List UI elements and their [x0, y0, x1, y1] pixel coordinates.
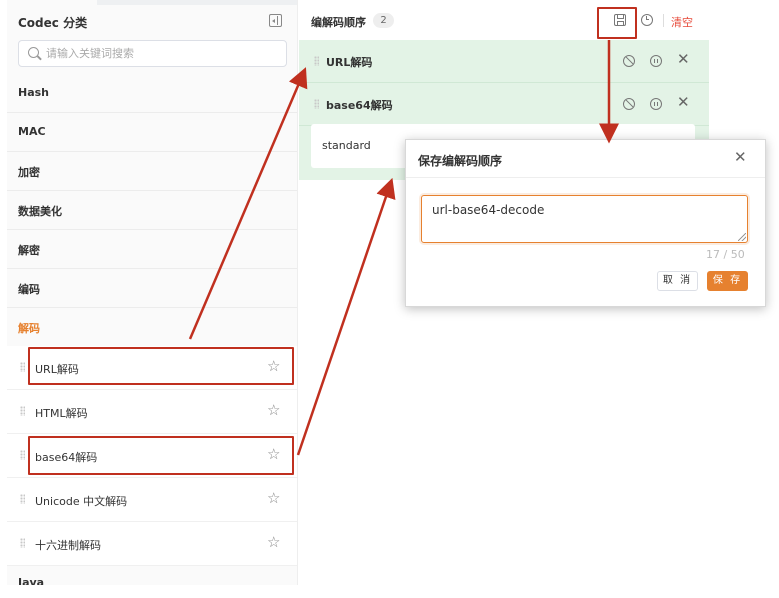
category-label: MAC — [18, 125, 46, 138]
search-input[interactable] — [46, 44, 281, 63]
category-label: 编码 — [18, 283, 40, 296]
category-encode[interactable]: 编码 — [7, 269, 297, 308]
sub-item-html-decode[interactable]: HTML解码 ☆ — [7, 390, 297, 434]
drag-handle-icon[interactable] — [20, 450, 25, 460]
category-label: 解码 — [18, 322, 40, 335]
drag-handle-icon[interactable] — [20, 406, 25, 416]
save-icon[interactable] — [614, 14, 626, 26]
star-icon[interactable]: ☆ — [267, 491, 280, 506]
drag-handle-icon[interactable] — [20, 362, 25, 372]
pause-icon[interactable] — [650, 55, 662, 67]
drag-handle-icon[interactable] — [314, 56, 319, 66]
ban-icon[interactable] — [623, 98, 635, 110]
save-order-dialog: 保存编解码顺序 ✕ url-base64-decode 17 / 50 取 消 … — [405, 139, 766, 307]
category-beautify[interactable]: 数据美化 — [7, 191, 297, 230]
category-hash[interactable]: Hash — [7, 74, 297, 113]
sub-item-label: base64解码 — [35, 451, 98, 464]
category-mac[interactable]: MAC — [7, 113, 297, 152]
header-divider — [663, 14, 664, 27]
stack-item-label: base64解码 — [326, 99, 393, 112]
pause-icon[interactable] — [650, 98, 662, 110]
category-label: 数据美化 — [18, 205, 62, 218]
save-button[interactable]: 保 存 — [707, 271, 748, 291]
category-label: 加密 — [18, 166, 40, 179]
codec-order-title: 编解码顺序 — [311, 16, 366, 29]
drag-handle-icon[interactable] — [20, 494, 25, 504]
drag-handle-icon[interactable] — [20, 538, 25, 548]
star-icon[interactable]: ☆ — [267, 535, 280, 550]
codec-order-header: 编解码顺序 2 清空 — [299, 0, 709, 40]
search-box — [18, 40, 287, 67]
drag-handle-icon[interactable] — [314, 99, 319, 109]
resize-handle-icon[interactable] — [738, 233, 746, 241]
stack-item-url-decode[interactable]: URL解码 ✕ — [299, 40, 709, 83]
close-icon[interactable]: ✕ — [677, 95, 690, 110]
category-decrypt[interactable]: 解密 — [7, 230, 297, 269]
close-icon[interactable]: ✕ — [677, 52, 690, 67]
sub-item-unicode-decode[interactable]: Unicode 中文解码 ☆ — [7, 478, 297, 522]
sub-item-hex-decode[interactable]: 十六进制解码 ☆ — [7, 522, 297, 566]
codec-sidebar: Codec 分类 Hash MAC 加密 数据美化 解密 编码 解码 URL解码… — [7, 0, 298, 585]
order-name-input[interactable]: url-base64-decode — [421, 195, 748, 243]
char-counter: 17 / 50 — [706, 248, 745, 261]
category-java[interactable]: Java — [7, 566, 297, 585]
category-encrypt[interactable]: 加密 — [7, 152, 297, 191]
sub-item-label: URL解码 — [35, 363, 79, 376]
stack-item-label: URL解码 — [326, 56, 373, 69]
sidebar-header: Codec 分类 — [7, 0, 297, 40]
cancel-button[interactable]: 取 消 — [657, 271, 698, 291]
sub-item-base64-decode[interactable]: base64解码 ☆ — [7, 434, 297, 478]
count-badge: 2 — [373, 13, 394, 28]
stack-item-base64-decode[interactable]: base64解码 ✕ — [299, 83, 709, 126]
category-decode[interactable]: 解码 — [7, 308, 297, 347]
sub-item-label: HTML解码 — [35, 407, 88, 420]
clear-button[interactable]: 清空 — [671, 14, 693, 30]
panel-collapse-icon[interactable] — [269, 14, 282, 27]
star-icon[interactable]: ☆ — [267, 447, 280, 462]
close-icon[interactable]: ✕ — [734, 150, 747, 165]
sidebar-title: Codec 分类 — [18, 16, 88, 30]
dialog-header: 保存编解码顺序 ✕ — [406, 140, 765, 178]
base64-variant-value: standard — [322, 139, 371, 152]
search-icon — [28, 47, 39, 58]
arrow-base64-to-stack — [296, 177, 396, 456]
star-icon[interactable]: ☆ — [267, 359, 280, 374]
clock-icon[interactable] — [641, 14, 653, 26]
sub-item-label: 十六进制解码 — [35, 539, 101, 552]
category-label: 解密 — [18, 244, 40, 257]
category-label: Java — [18, 576, 45, 585]
star-icon[interactable]: ☆ — [267, 403, 280, 418]
sub-item-url-decode[interactable]: URL解码 ☆ — [7, 346, 297, 390]
ban-icon[interactable] — [623, 55, 635, 67]
sub-item-label: Unicode 中文解码 — [35, 495, 128, 508]
category-label: Hash — [18, 86, 50, 99]
dialog-title: 保存编解码顺序 — [418, 154, 503, 168]
